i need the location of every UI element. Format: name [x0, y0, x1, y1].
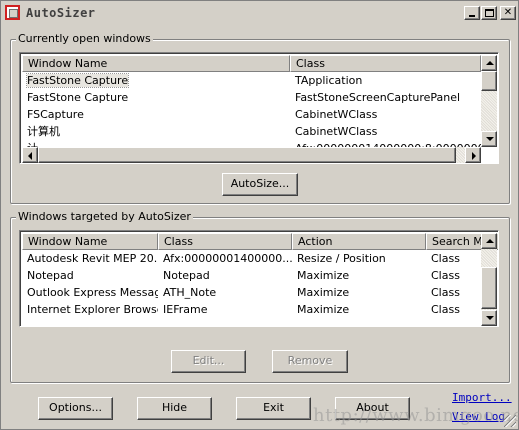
- arrow-down-icon: [486, 137, 494, 141]
- list-item-name: FastStone Capture: [27, 91, 129, 104]
- row-window-name: Autodesk Revit MEP 20...: [27, 252, 158, 265]
- list-item[interactable]: FSCapture CabinetWClass: [22, 106, 481, 123]
- scroll-down-button[interactable]: [481, 131, 497, 147]
- resize-grip[interactable]: [504, 415, 516, 427]
- column-header-action[interactable]: Action: [292, 233, 426, 250]
- minimize-icon: [469, 15, 475, 17]
- scroll-thumb[interactable]: [38, 147, 456, 163]
- app-icon[interactable]: [5, 5, 20, 20]
- open-windows-list[interactable]: Window Name Class FastStone Capture TApp…: [19, 52, 499, 164]
- row-search-method: Class: [431, 303, 460, 316]
- row-window-name: Notepad: [27, 269, 74, 282]
- row-search-method: Class: [431, 269, 460, 282]
- open-windows-group-label: Currently open windows: [16, 32, 153, 45]
- open-windows-list-header: Window Name Class: [22, 55, 481, 72]
- list-item[interactable]: 计算机 CabinetWClass: [22, 123, 481, 140]
- remove-button[interactable]: Remove: [272, 350, 348, 373]
- targeted-windows-group-label: Windows targeted by AutoSizer: [16, 210, 193, 223]
- row-search-method: Class: [431, 252, 460, 265]
- title-bar[interactable]: AutoSizer ✕: [2, 2, 517, 24]
- arrow-right-icon: [472, 152, 476, 160]
- targeted-windows-list-header: Window Name Class Action Search Me: [22, 233, 498, 250]
- arrow-left-icon: [28, 152, 32, 160]
- list-item-name: 计算机: [27, 125, 60, 138]
- targeted-windows-list-body: Autodesk Revit MEP 20... Afx:00000001400…: [22, 250, 482, 318]
- list-item-name: FSCapture: [27, 108, 84, 121]
- table-row[interactable]: Internet Explorer Browser IEFrame Maximi…: [22, 301, 482, 318]
- row-class: Notepad: [163, 269, 210, 282]
- row-window-name: Outlook Express Message: [27, 286, 158, 299]
- autosize-button[interactable]: AutoSize...: [222, 173, 298, 196]
- column-header-window-name[interactable]: Window Name: [22, 55, 290, 72]
- scroll-left-button[interactable]: [22, 147, 38, 163]
- row-action: Resize / Position: [297, 252, 386, 265]
- row-window-name: Internet Explorer Browser: [27, 303, 158, 316]
- table-row[interactable]: Autodesk Revit MEP 20... Afx:00000001400…: [22, 250, 482, 267]
- hide-button[interactable]: Hide: [137, 397, 212, 420]
- list-item-class: CabinetWClass: [295, 125, 378, 138]
- table-row[interactable]: Notepad Notepad Maximize Class: [22, 267, 482, 284]
- import-link[interactable]: Import...: [452, 391, 512, 404]
- column-header-class[interactable]: Class: [158, 233, 292, 250]
- scroll-up-button[interactable]: [481, 233, 497, 249]
- row-action: Maximize: [297, 303, 350, 316]
- column-header-class[interactable]: Class: [290, 55, 481, 72]
- options-button[interactable]: Options...: [38, 397, 113, 420]
- minimize-button[interactable]: [464, 6, 480, 20]
- list-item-class: CabinetWClass: [295, 108, 378, 121]
- open-list-vscrollbar[interactable]: [481, 55, 497, 147]
- arrow-down-icon: [486, 316, 494, 320]
- row-action: Maximize: [297, 286, 350, 299]
- scroll-up-button[interactable]: [481, 55, 497, 71]
- maximize-button[interactable]: [481, 6, 497, 20]
- close-icon: ✕: [503, 7, 513, 18]
- list-item-class: FastStoneScreenCapturePanel: [295, 91, 461, 104]
- watermark: http://www.bimgoo.net: [313, 405, 519, 426]
- autosizer-window: AutoSizer ✕ Currently open windows Windo…: [0, 0, 519, 430]
- open-list-hscrollbar[interactable]: [22, 147, 481, 163]
- list-item-name: FastStone Capture: [25, 73, 130, 88]
- scroll-thumb[interactable]: [481, 267, 497, 309]
- maximize-icon: [485, 9, 494, 17]
- exit-button[interactable]: Exit: [236, 397, 311, 420]
- close-button[interactable]: ✕: [500, 6, 516, 20]
- column-header-window-name[interactable]: Window Name: [22, 233, 158, 250]
- targeted-windows-list[interactable]: Window Name Class Action Search Me Autod…: [19, 230, 499, 327]
- row-search-method: Class: [431, 286, 460, 299]
- arrow-up-icon: [486, 61, 494, 65]
- list-item-class: TApplication: [295, 74, 363, 87]
- list-item[interactable]: FastStone Capture TApplication: [22, 72, 481, 89]
- window-title: AutoSizer: [26, 6, 96, 20]
- table-row[interactable]: Outlook Express Message ATH_Note Maximiz…: [22, 284, 482, 301]
- edit-button[interactable]: Edit...: [171, 350, 246, 373]
- arrow-up-icon: [486, 239, 494, 243]
- list-item[interactable]: FastStone Capture FastStoneScreenCapture…: [22, 89, 481, 106]
- scroll-thumb[interactable]: [481, 71, 497, 91]
- row-class: IEFrame: [163, 303, 208, 316]
- open-windows-list-body: FastStone Capture TApplication FastStone…: [22, 72, 481, 157]
- targeted-list-vscrollbar[interactable]: [481, 233, 497, 326]
- scroll-right-button[interactable]: [465, 147, 481, 163]
- row-action: Maximize: [297, 269, 350, 282]
- row-class: ATH_Note: [163, 286, 217, 299]
- row-class: Afx:00000001400000...: [163, 252, 292, 265]
- scroll-down-button[interactable]: [481, 310, 497, 326]
